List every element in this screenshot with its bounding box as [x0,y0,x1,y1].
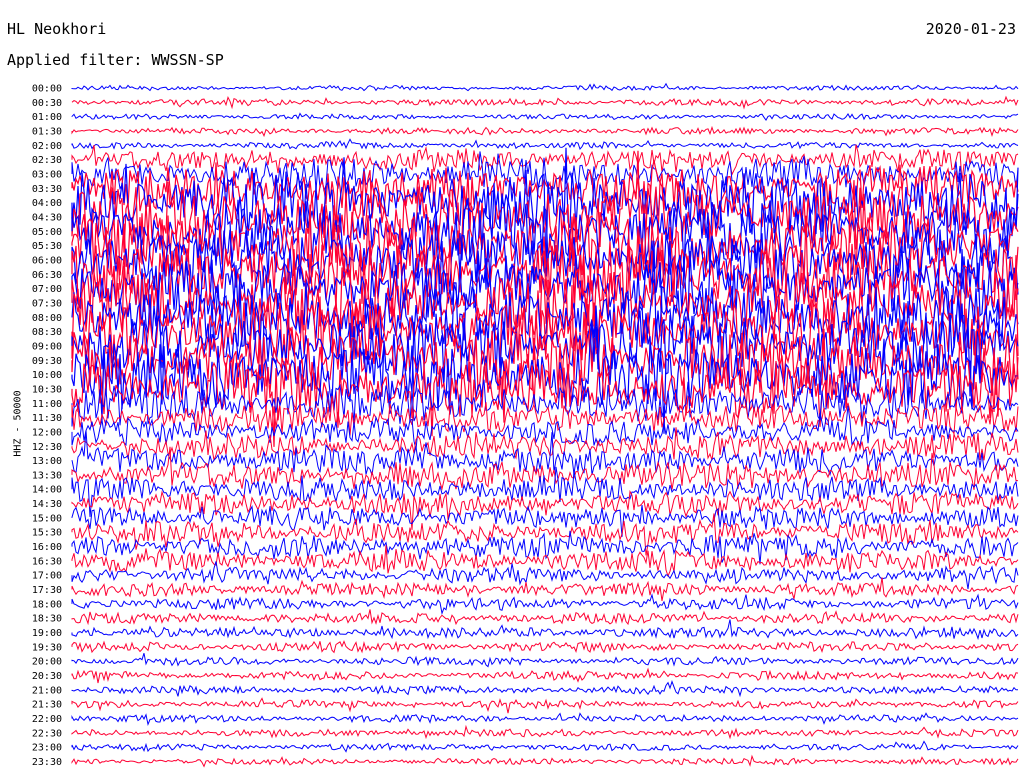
row-time-label: 08:00 [32,313,62,324]
trace-line [71,619,1019,641]
row-time-label: 10:00 [32,370,62,381]
trace-line [71,593,1019,616]
row-time-label: 14:30 [32,499,62,510]
helicorder-plot: 00:00 00:30 01:00 01:30 02:00 02:30 03:00 03:30… [32,82,1019,769]
row-time-label: 23:30 [32,757,62,768]
row-time-label: 18:30 [32,614,62,625]
trace-line [71,680,1019,698]
row-time-label: 06:00 [32,255,62,266]
row-time-label: 23:00 [32,743,62,754]
row-time-label: 03:30 [32,184,62,195]
trace-line [71,530,1019,565]
row-time-label: 09:00 [32,341,62,352]
row-time-label: 17:30 [32,585,62,596]
trace-line [71,724,1019,740]
row-time-label: 07:00 [32,284,62,295]
row-time-label: 20:30 [32,671,62,682]
trace-line [71,667,1019,684]
trace-line [71,138,1019,150]
trace-line [71,697,1019,714]
trace-line [71,609,1019,626]
trace-line [71,112,1019,122]
row-time-label: 05:30 [32,241,62,252]
row-time-label: 02:30 [32,155,62,166]
trace-line [71,740,1019,753]
row-time-label: 13:30 [32,470,62,481]
trace-line [71,754,1019,768]
trace-line [71,640,1019,654]
row-time-label: 22:30 [32,728,62,739]
row-time-label: 01:00 [32,112,62,123]
trace-line [71,712,1019,726]
row-time-label: 16:00 [32,542,62,553]
row-time-label: 13:00 [32,456,62,467]
row-time-label: 01:30 [32,126,62,137]
row-label-group: 00:00 00:30 01:00 01:30 02:00 02:30 03:00 03:30… [32,84,62,769]
row-time-label: 07:30 [32,298,62,309]
row-time-label: 17:00 [32,571,62,582]
row-time-label: 03:00 [32,169,62,180]
row-time-label: 12:30 [32,442,62,453]
trace-line [71,430,1019,477]
row-time-label: 15:00 [32,513,62,524]
row-time-label: 02:00 [32,141,62,152]
row-time-label: 19:00 [32,628,62,639]
trace-line [71,125,1019,138]
row-time-label: 12:00 [32,427,62,438]
row-time-label: 06:30 [32,270,62,281]
row-time-label: 09:30 [32,356,62,367]
row-time-label: 20:00 [32,657,62,668]
trace-line [71,95,1019,110]
row-time-label: 04:30 [32,212,62,223]
row-time-label: 10:30 [32,384,62,395]
row-time-label: 00:00 [32,84,62,95]
row-time-label: 05:00 [32,227,62,238]
row-time-label: 19:30 [32,642,62,653]
row-time-label: 21:30 [32,700,62,711]
row-time-label: 04:00 [32,198,62,209]
row-time-label: 11:00 [32,399,62,410]
row-time-label: 22:00 [32,714,62,725]
row-time-label: 14:00 [32,485,62,496]
row-time-label: 08:30 [32,327,62,338]
row-time-label: 16:30 [32,556,62,567]
row-time-label: 11:30 [32,413,62,424]
trace-line [71,577,1019,601]
trace-group [71,82,1019,768]
row-time-label: 21:00 [32,685,62,696]
row-time-label: 00:30 [32,98,62,109]
row-time-label: 15:30 [32,528,62,539]
trace-line [71,82,1019,92]
trace-line [71,653,1019,668]
row-time-label: 18:00 [32,599,62,610]
